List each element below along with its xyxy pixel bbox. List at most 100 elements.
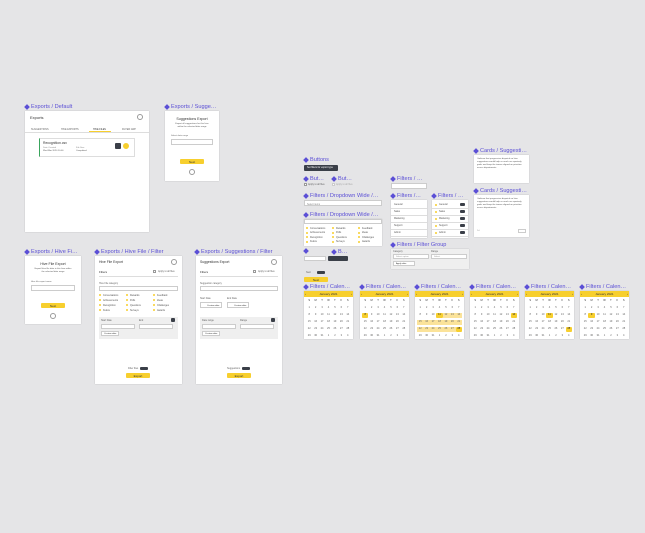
- start-date-input[interactable]: [101, 324, 135, 329]
- calendar-day[interactable]: 4: [401, 334, 407, 339]
- chevron-right-icon[interactable]: ›: [517, 292, 518, 296]
- dark-tooltip-button[interactable]: Set filters for export type: [304, 165, 338, 171]
- filter-option[interactable]: General: [394, 203, 403, 206]
- tab-suggestions[interactable]: SUGGESTIONS: [31, 128, 49, 131]
- suggestion-card-action[interactable]: [518, 229, 526, 233]
- dropdown-option[interactable]: Ideas: [362, 231, 368, 234]
- apply-all-checkbox[interactable]: [253, 270, 256, 273]
- dark-small-button[interactable]: [328, 256, 348, 261]
- calendar-day[interactable]: 27: [449, 327, 456, 332]
- dropdown-option[interactable]: Surveys: [336, 240, 345, 243]
- calendar-day[interactable]: 21: [511, 320, 517, 325]
- dropdown-option[interactable]: Achievements: [310, 231, 325, 234]
- chevron-right-icon[interactable]: ›: [462, 292, 463, 296]
- calendar-day[interactable]: 14: [455, 313, 462, 318]
- filter-option[interactable]: Sales: [394, 210, 400, 213]
- calendar-day[interactable]: 7: [511, 306, 517, 311]
- range-input[interactable]: [202, 324, 236, 329]
- calendar-day[interactable]: 14: [401, 313, 407, 318]
- export-button[interactable]: Export: [227, 373, 251, 378]
- filter-option[interactable]: General: [439, 203, 448, 206]
- dropdown-option[interactable]: Feedback: [362, 227, 373, 230]
- calendar-day[interactable]: 7: [456, 306, 462, 311]
- category-option[interactable]: Surveys: [130, 309, 139, 312]
- calendar-day[interactable]: 21: [345, 320, 351, 325]
- calendar-day[interactable]: 28: [401, 327, 407, 332]
- chevron-left-icon[interactable]: ‹: [305, 292, 306, 296]
- range-input-2[interactable]: [240, 324, 274, 329]
- calendar-day[interactable]: 14: [345, 313, 351, 318]
- dropdown-option[interactable]: Questions: [336, 236, 347, 239]
- tab-filter-group[interactable]: FILTER GRP: [122, 128, 136, 131]
- chevron-right-icon[interactable]: ›: [627, 292, 628, 296]
- toggle-icon[interactable]: [460, 217, 465, 220]
- dropdown-option[interactable]: Recognition: [310, 236, 323, 239]
- category-option[interactable]: Awards: [157, 309, 165, 312]
- custom-date-chip[interactable]: Custom date: [202, 331, 220, 336]
- category-option[interactable]: Feedback: [157, 294, 168, 297]
- filter-group-select1[interactable]: Select option: [393, 254, 429, 259]
- close-icon[interactable]: [137, 114, 143, 120]
- category-option[interactable]: Ideas: [157, 299, 163, 302]
- dropdown-option[interactable]: Awards: [362, 240, 370, 243]
- chevron-left-icon[interactable]: ‹: [416, 292, 417, 296]
- next-button[interactable]: Next: [41, 303, 65, 308]
- suggestion-card-2[interactable]: I believe that progressive dispatch on h…: [474, 195, 529, 237]
- category-option[interactable]: Conversations: [103, 294, 118, 297]
- dropdown-option[interactable]: Challenges: [362, 236, 374, 239]
- calendar-day[interactable]: 13: [504, 313, 510, 318]
- remove-icon[interactable]: [271, 318, 275, 322]
- filter-option[interactable]: Marketing: [394, 217, 405, 220]
- yellow-button-component[interactable]: Next: [304, 277, 328, 282]
- filter-option[interactable]: Marketing: [439, 217, 450, 220]
- hive-export-name-input[interactable]: [31, 285, 75, 291]
- category-option[interactable]: Achievements: [103, 299, 118, 302]
- calendar-day[interactable]: 28: [345, 327, 351, 332]
- category-option[interactable]: Recognition: [103, 304, 116, 307]
- calendar-day[interactable]: 21: [401, 320, 407, 325]
- apply-all-checkbox[interactable]: [153, 270, 156, 273]
- chevron-left-icon[interactable]: ‹: [471, 292, 472, 296]
- filter-option[interactable]: Support: [394, 224, 402, 227]
- category-option[interactable]: Kudos: [103, 309, 110, 312]
- dropdown-option[interactable]: Rewards: [336, 227, 345, 230]
- calendar-day[interactable]: 4: [566, 334, 572, 339]
- start-date-input[interactable]: Custom date: [200, 302, 222, 308]
- end-date-input[interactable]: [139, 324, 173, 329]
- calendar-day[interactable]: 14: [566, 313, 572, 318]
- calendar-day[interactable]: 7: [345, 306, 351, 311]
- calendar-day[interactable]: 28: [511, 327, 517, 332]
- calendar-day[interactable]: 27: [559, 327, 565, 332]
- dropdown-wide-closed[interactable]: Select items: [304, 200, 382, 206]
- remove-icon[interactable]: [171, 318, 175, 322]
- small-chip[interactable]: [304, 256, 326, 261]
- calendar-day[interactable]: 21: [455, 320, 462, 325]
- close-icon[interactable]: [171, 259, 177, 265]
- calendar-day[interactable]: 14: [510, 313, 517, 318]
- end-date-input[interactable]: Custom date: [227, 302, 249, 308]
- dropdown-option[interactable]: Kudos: [310, 240, 317, 243]
- close-icon[interactable]: [271, 259, 277, 265]
- category-option[interactable]: Challenges: [157, 304, 169, 307]
- export-button[interactable]: Export: [126, 373, 150, 378]
- calendar-day[interactable]: 7: [401, 306, 407, 311]
- chevron-left-icon[interactable]: ‹: [526, 292, 527, 296]
- calendar-day[interactable]: 4: [511, 334, 517, 339]
- category-select[interactable]: [99, 286, 178, 291]
- category-option[interactable]: Rewards: [130, 294, 139, 297]
- filter-option[interactable]: Support: [439, 224, 447, 227]
- date-range-input[interactable]: [171, 139, 213, 145]
- checkbox-component[interactable]: [304, 183, 307, 186]
- category-option[interactable]: Polls: [130, 299, 135, 302]
- calendar-day[interactable]: 7: [566, 306, 572, 311]
- calendar-day[interactable]: 7: [621, 306, 627, 311]
- filter-option[interactable]: Admin: [439, 231, 446, 234]
- calendar-day[interactable]: 28: [455, 327, 462, 332]
- calendar-day[interactable]: 28: [565, 327, 572, 332]
- category-option[interactable]: Questions: [130, 304, 141, 307]
- toggle-icon[interactable]: [460, 210, 465, 213]
- dropdown-option[interactable]: Conversations: [310, 227, 325, 230]
- checkbox-component-disabled[interactable]: [332, 183, 335, 186]
- export-card[interactable]: Recognition.csv Date Created Wed Mar 202…: [39, 138, 135, 157]
- calendar-day[interactable]: 21: [621, 320, 627, 325]
